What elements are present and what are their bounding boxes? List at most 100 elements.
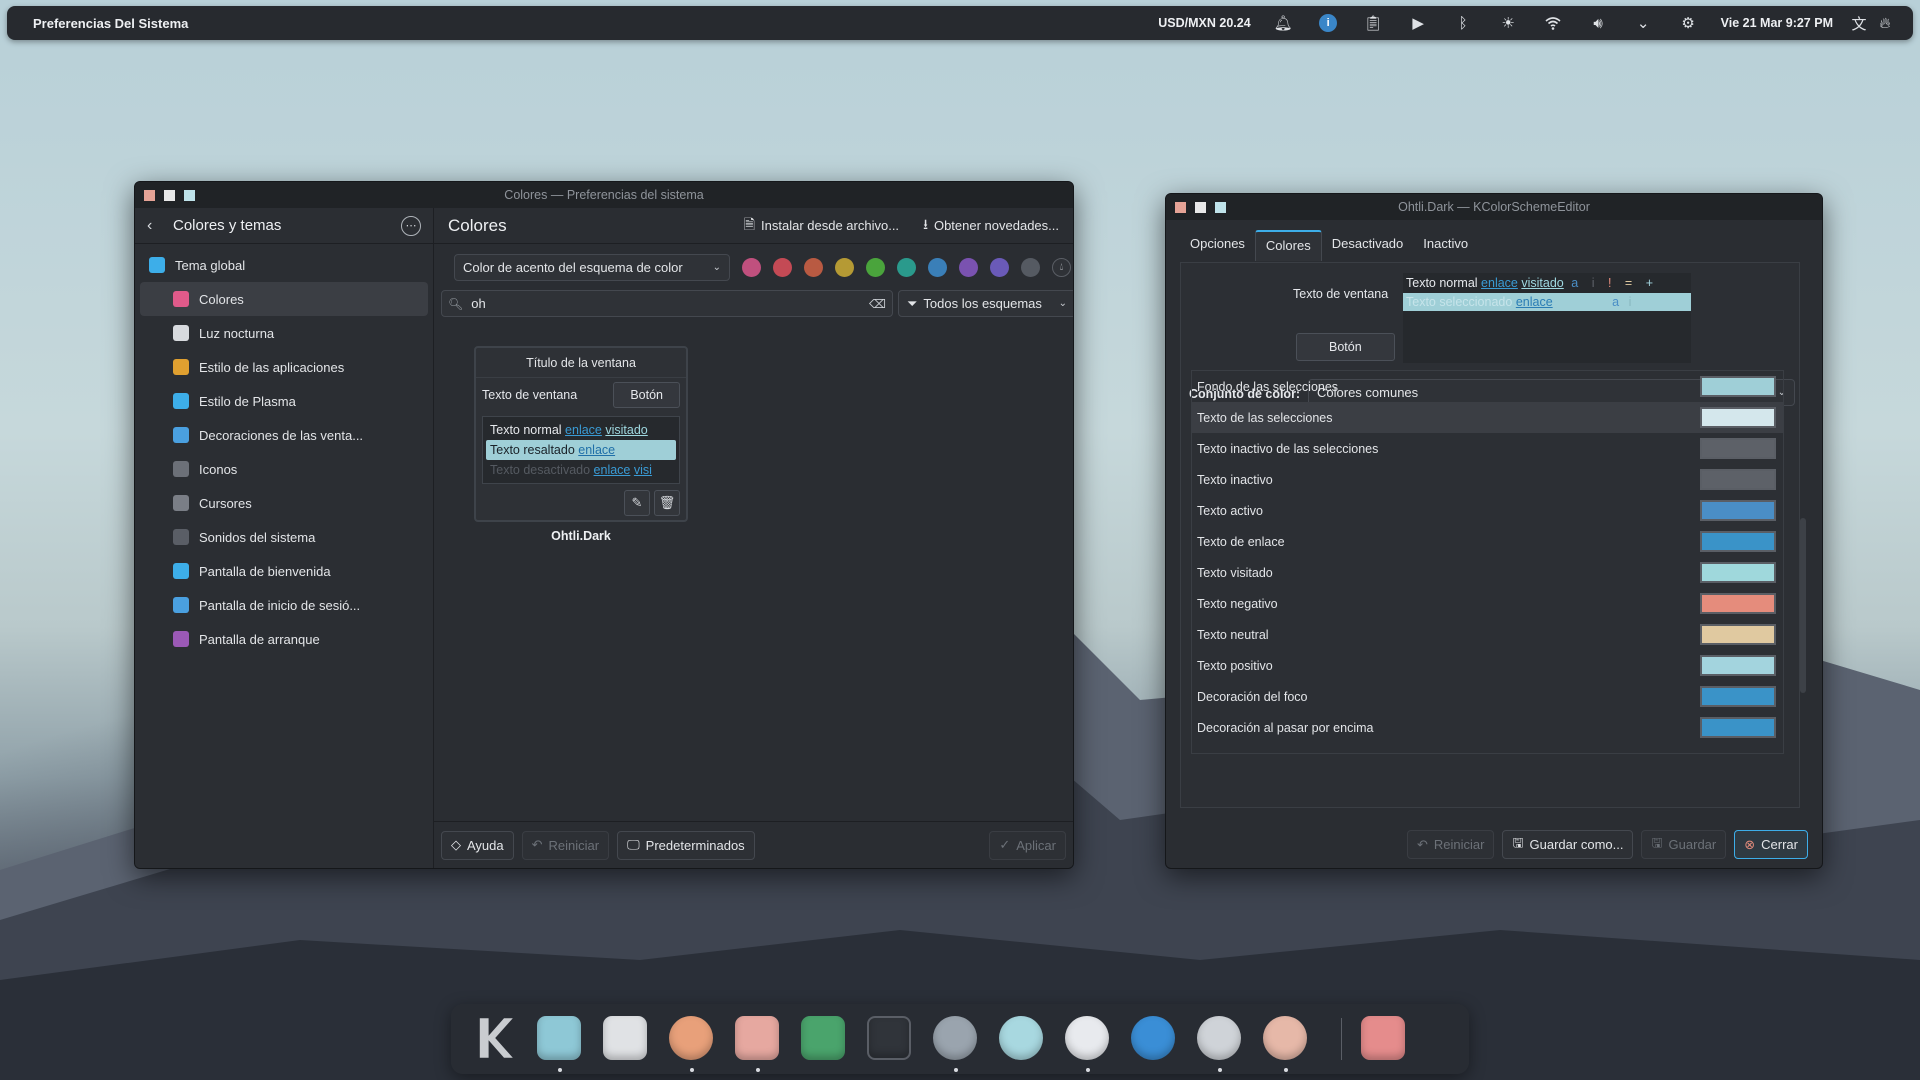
chevron-down-icon[interactable]: ⌄	[1621, 14, 1666, 32]
color-role-swatch[interactable]	[1700, 469, 1776, 490]
color-role-swatch[interactable]	[1700, 593, 1776, 614]
accent-swatch[interactable]	[804, 258, 823, 277]
system-settings-icon[interactable]	[933, 1016, 979, 1072]
color-table-scrollbar[interactable]	[1800, 518, 1806, 693]
color-role-row[interactable]: Fondo de las selecciones	[1192, 371, 1783, 402]
sidebar-item-pantalla-de-inicio-de-sesió[interactable]: Pantalla de inicio de sesió...	[135, 588, 433, 622]
spotify-icon[interactable]	[999, 1016, 1045, 1062]
color-role-swatch[interactable]	[1700, 655, 1776, 676]
color-role-row[interactable]: Decoración al pasar por encima	[1192, 712, 1783, 743]
tab-opciones[interactable]: Opciones	[1180, 230, 1255, 261]
get-new-button[interactable]: ⭳ Obtener novedades...	[923, 214, 1059, 238]
sidebar-item-estilo-de-las-aplicaciones[interactable]: Estilo de las aplicaciones	[135, 350, 433, 384]
bluetooth-icon[interactable]: ᛒ	[1441, 15, 1486, 32]
tab-inactivo[interactable]: Inactivo	[1413, 230, 1478, 261]
currency-widget[interactable]: USD/MXN 20.24	[1148, 16, 1260, 30]
clock[interactable]: Vie 21 Mar 9:27 PM	[1711, 16, 1843, 30]
color-role-swatch[interactable]	[1700, 624, 1776, 645]
custom-color-picker-icon[interactable]: 💧︎	[1052, 258, 1071, 277]
edit-scheme-icon[interactable]: ✎	[624, 490, 650, 516]
info-icon[interactable]: i	[1306, 14, 1351, 32]
accent-swatch[interactable]	[835, 258, 854, 277]
scheme-preview-card[interactable]: Título de la ventana Texto de ventana Bo…	[474, 346, 688, 522]
tab-colores[interactable]: Colores	[1254, 230, 1322, 261]
sidebar-item-tema-global[interactable]: Tema global	[135, 248, 433, 282]
sidebar-item-luz-nocturna[interactable]: Luz nocturna	[135, 316, 433, 350]
image-viewer-icon[interactable]	[801, 1016, 847, 1062]
accent-swatch[interactable]	[990, 258, 1009, 277]
duck-browser-icon[interactable]	[669, 1016, 715, 1072]
color-role-row[interactable]: Decoración del foco	[1192, 681, 1783, 712]
editor-reset-button[interactable]: ↶ Reiniciar	[1406, 830, 1495, 859]
close-window-button[interactable]	[144, 189, 155, 201]
accent-swatch[interactable]	[742, 258, 761, 277]
accent-combo[interactable]: Color de acento del esquema de color ⌄	[454, 254, 730, 281]
color-role-swatch[interactable]	[1700, 500, 1776, 521]
sidebar-item-colores[interactable]: Colores	[140, 282, 428, 316]
save-button[interactable]: 🖫︎ Guardar	[1641, 830, 1727, 859]
bell-icon[interactable]: 🔔︎	[1261, 14, 1306, 32]
volume-icon[interactable]: 🔊︎	[1576, 15, 1621, 32]
flame-icon[interactable]: 🔥︎	[1875, 15, 1895, 32]
save-as-button[interactable]: 🖫︎ Guardar como...	[1502, 830, 1634, 859]
kde-icon[interactable]	[471, 1016, 517, 1062]
color-role-row[interactable]: Texto de enlace	[1192, 526, 1783, 557]
clear-search-icon[interactable]: ⌫	[869, 297, 886, 311]
calculator-icon[interactable]	[1361, 1016, 1407, 1062]
krita-icon[interactable]	[1263, 1016, 1309, 1072]
terminal-icon[interactable]	[867, 1016, 913, 1062]
color-role-swatch[interactable]	[1700, 531, 1776, 552]
inkscape-icon[interactable]	[1065, 1016, 1111, 1072]
color-role-swatch[interactable]	[1700, 562, 1776, 583]
edge-browser-icon[interactable]	[1131, 1016, 1177, 1062]
close-window-button[interactable]	[1175, 201, 1186, 213]
defaults-button[interactable]: 🖵︎ Predeterminados	[617, 830, 755, 860]
sidebar-item-decoraciones-de-las-venta[interactable]: Decoraciones de las venta...	[135, 418, 433, 452]
color-role-row[interactable]: Texto positivo	[1192, 650, 1783, 681]
editor-titlebar[interactable]: Ohtli.Dark — KColorSchemeEditor	[1166, 194, 1822, 220]
more-options-icon[interactable]: ⋯	[401, 215, 421, 236]
reset-button[interactable]: ↶ Reiniciar	[521, 830, 610, 860]
color-role-row[interactable]: Texto neutral	[1192, 619, 1783, 650]
accent-swatch[interactable]	[928, 258, 947, 277]
accent-swatch[interactable]	[866, 258, 885, 277]
color-role-row[interactable]: Texto activo	[1192, 495, 1783, 526]
color-role-row[interactable]: Texto visitado	[1192, 557, 1783, 588]
color-role-swatch[interactable]	[1700, 686, 1776, 707]
accent-swatch[interactable]	[897, 258, 916, 277]
sidebar-item-estilo-de-plasma[interactable]: Estilo de Plasma	[135, 384, 433, 418]
clipboard-icon[interactable]: 📋︎	[1351, 14, 1396, 32]
color-role-row[interactable]: Texto negativo	[1192, 588, 1783, 619]
gaming-icon[interactable]	[1197, 1016, 1243, 1072]
scheme-search-input[interactable]: 🔍︎ oh ⌫	[441, 290, 893, 317]
delete-scheme-icon[interactable]: 🗑︎	[654, 490, 680, 516]
back-arrow-icon[interactable]: ‹	[147, 217, 167, 235]
sidebar-item-cursores[interactable]: Cursores	[135, 486, 433, 520]
sidebar-item-pantalla-de-bienvenida[interactable]: Pantalla de bienvenida	[135, 554, 433, 588]
scheme-filter-combo[interactable]: ⏷︎ Todos los esquemas ⌄	[898, 290, 1073, 317]
brightness-icon[interactable]: ☀︎	[1486, 14, 1531, 32]
sidebar-item-sonidos-del-sistema[interactable]: Sonidos del sistema	[135, 520, 433, 554]
accent-swatch[interactable]	[959, 258, 978, 277]
apply-button[interactable]: ✓ Aplicar	[989, 830, 1066, 860]
tab-desactivado[interactable]: Desactivado	[1322, 230, 1414, 261]
color-role-row[interactable]: Texto inactivo de las selecciones	[1192, 433, 1783, 464]
color-role-swatch[interactable]	[1700, 438, 1776, 459]
sidebar-item-iconos[interactable]: Iconos	[135, 452, 433, 486]
install-from-file-button[interactable]: 🗎︎ Instalar desde archivo...	[744, 214, 899, 238]
accent-swatch[interactable]	[773, 258, 792, 277]
media-play-icon[interactable]: ▶︎	[1396, 14, 1441, 32]
color-role-swatch[interactable]	[1700, 717, 1776, 738]
maximize-window-button[interactable]	[1215, 201, 1226, 213]
help-button[interactable]: ◇ Ayuda	[441, 830, 514, 860]
maximize-window-button[interactable]	[184, 189, 195, 201]
minimize-window-button[interactable]	[164, 189, 175, 201]
sidebar-item-pantalla-de-arranque[interactable]: Pantalla de arranque	[135, 622, 433, 656]
color-role-row[interactable]: Texto de las selecciones	[1192, 402, 1783, 433]
color-role-row[interactable]: Texto inactivo	[1192, 464, 1783, 495]
update-icon[interactable]: ⚙︎	[1666, 14, 1711, 32]
accent-swatch[interactable]	[1021, 258, 1040, 277]
wifi-icon[interactable]	[1531, 16, 1576, 30]
translate-icon[interactable]: 文	[1843, 13, 1875, 34]
color-role-swatch[interactable]	[1700, 407, 1776, 428]
